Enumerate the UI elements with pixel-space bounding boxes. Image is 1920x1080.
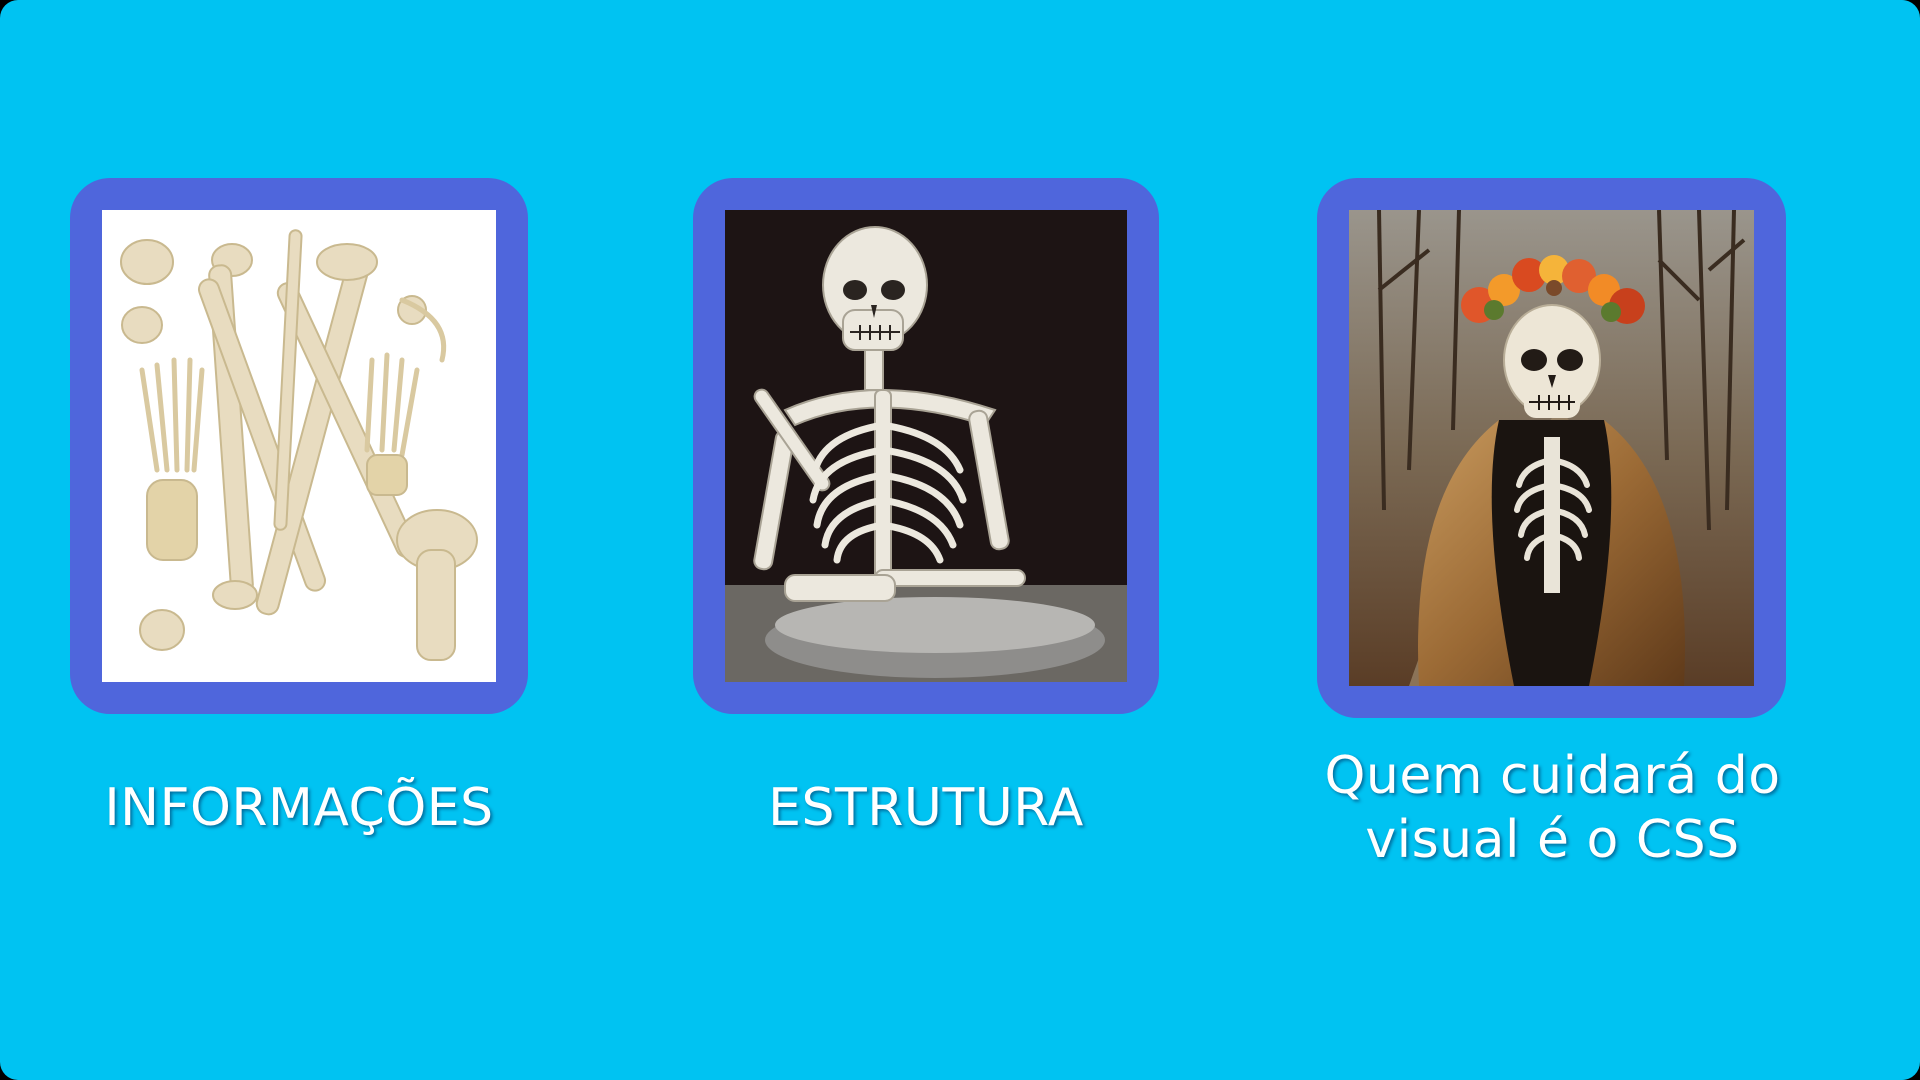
posed-skeleton-image xyxy=(725,210,1127,682)
scattered-bones-image xyxy=(102,210,496,682)
caption-visual-css-line2: visual é o CSS xyxy=(1365,810,1740,870)
caption-estrutura: ESTRUTURA xyxy=(768,778,1084,838)
slide: INFORMAÇÕES ESTRUTURA Quem cuidará do vi… xyxy=(0,0,1920,1080)
dressed-skeleton-image xyxy=(1349,210,1754,686)
card-estrutura xyxy=(693,178,1159,714)
caption-visual-css: Quem cuidará do visual é o CSS xyxy=(1290,744,1815,872)
card-informacoes xyxy=(70,178,528,714)
caption-visual-css-line1: Quem cuidará do xyxy=(1324,746,1781,806)
caption-informacoes: INFORMAÇÕES xyxy=(104,778,494,838)
card-visual-css xyxy=(1317,178,1786,718)
